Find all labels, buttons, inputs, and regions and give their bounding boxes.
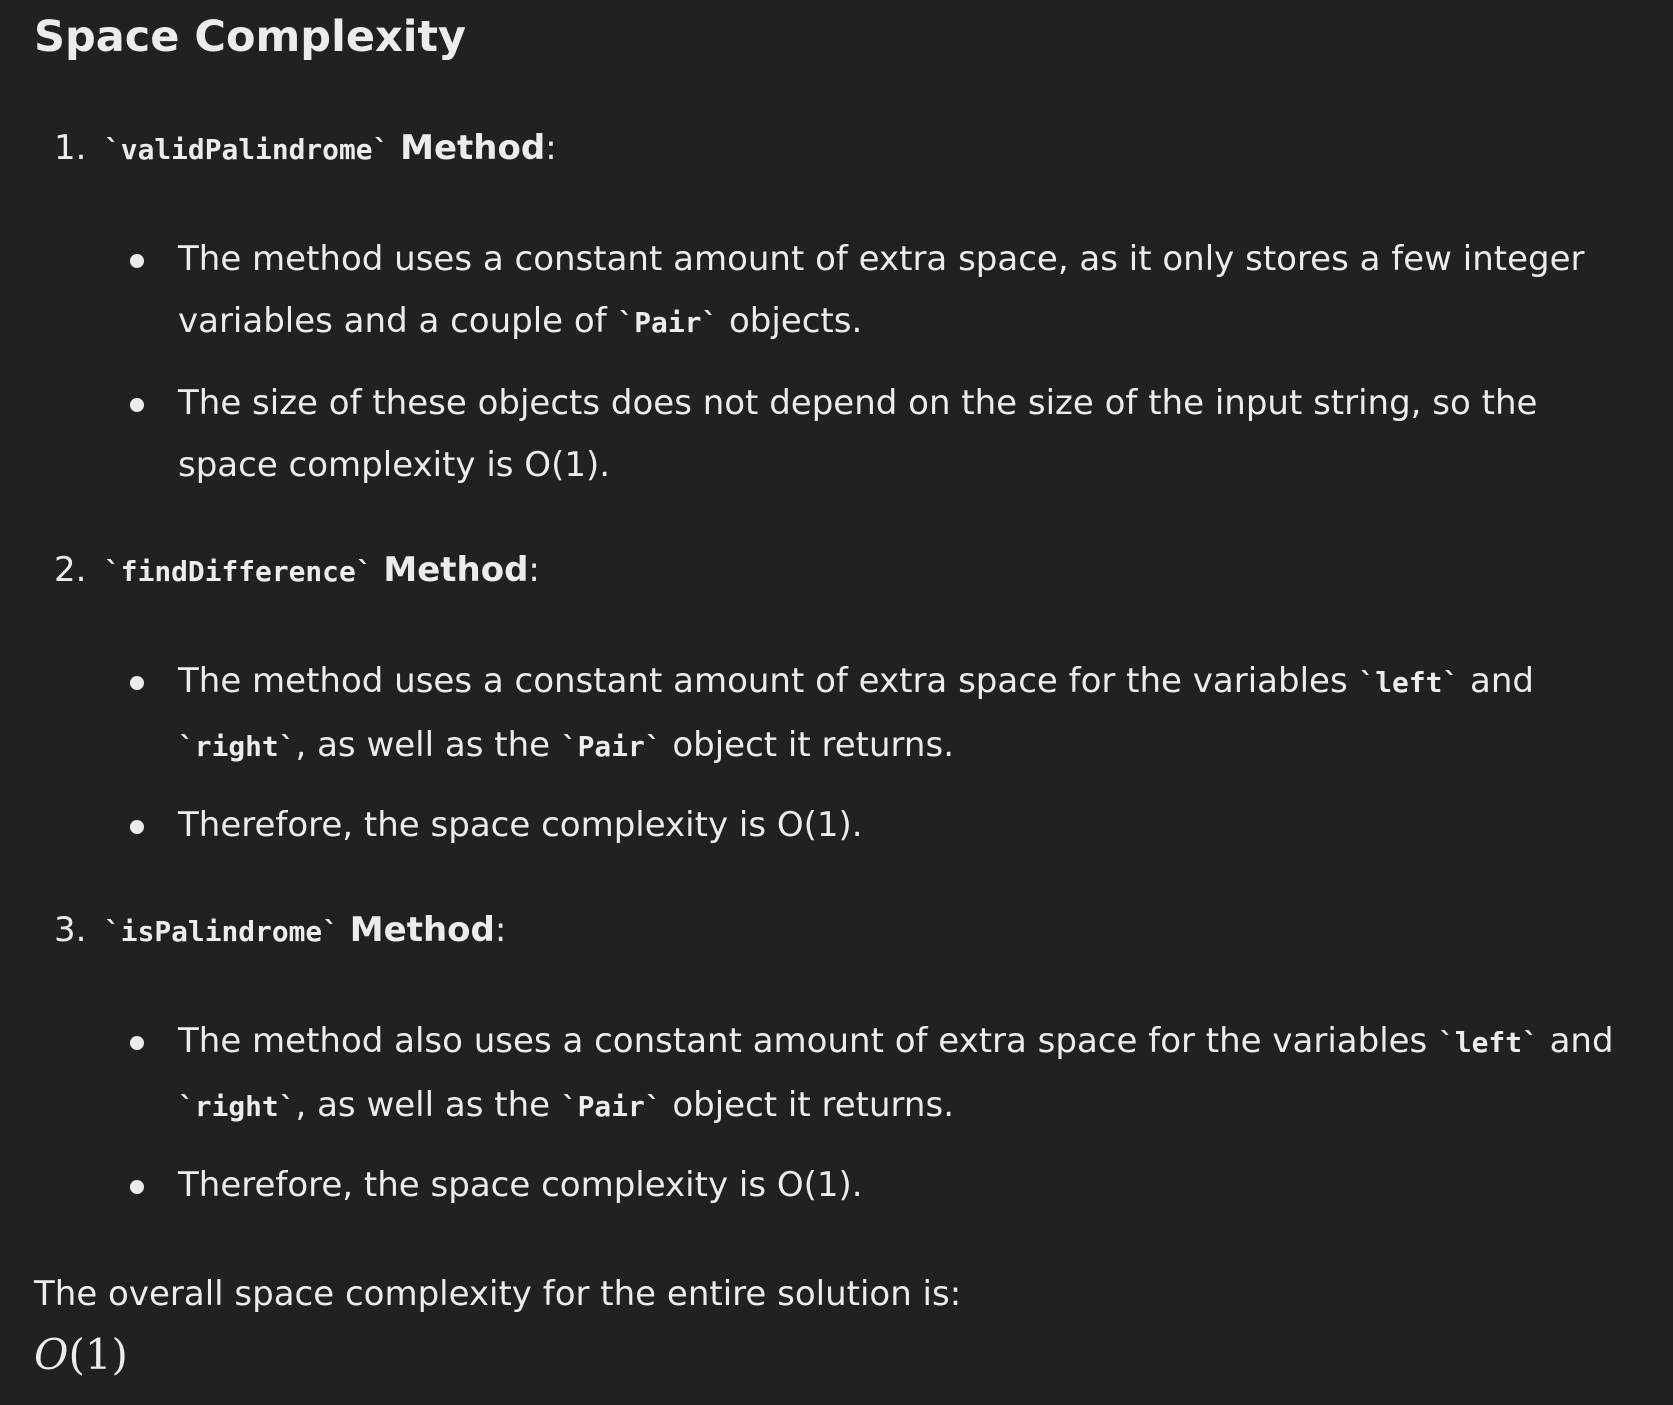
inline-code: `left` xyxy=(1358,666,1460,699)
method-name-code: `validPalindrome` xyxy=(104,133,390,166)
step-number: 2. xyxy=(54,550,87,590)
bullet-text: The method also uses a constant amount o… xyxy=(178,1021,1614,1125)
inline-code: `right` xyxy=(178,1090,296,1123)
bullet-dot xyxy=(130,1036,144,1050)
bullet-dot xyxy=(130,254,144,268)
step-number: 3. xyxy=(54,910,87,950)
math-argument: (1) xyxy=(68,1330,128,1379)
step-title: `isPalindrome` Method: xyxy=(104,910,507,950)
bullet-dot xyxy=(130,1180,144,1194)
inline-code: `left` xyxy=(1438,1026,1539,1059)
inline-code: `Pair` xyxy=(617,306,719,339)
document: Space Complexity 1. `validPalindrome` Me… xyxy=(0,0,1673,1405)
bullet-dot xyxy=(130,676,144,690)
bullet-text: The size of these objects does not depen… xyxy=(178,383,1538,485)
step-number: 1. xyxy=(54,128,87,168)
method-name-code: `isPalindrome` xyxy=(104,915,339,948)
step-title: `findDifference` Method: xyxy=(104,550,540,590)
math-variable: O xyxy=(34,1330,69,1379)
step-1: 1. `validPalindrome` Method: xyxy=(0,126,1673,176)
inline-code: `Pair` xyxy=(560,730,662,763)
bullet-dot xyxy=(130,820,144,834)
bullet-text: Therefore, the space complexity is O(1). xyxy=(178,805,863,845)
step-title: `validPalindrome` Method: xyxy=(104,128,557,168)
step-3: 3. `isPalindrome` Method: xyxy=(0,908,1673,958)
section-heading: Space Complexity xyxy=(34,12,467,62)
method-name-code: `findDifference` xyxy=(104,555,373,588)
bullet-dot xyxy=(130,398,144,412)
math-result: O(1) xyxy=(34,1328,128,1383)
bullet-text: The method uses a constant amount of ext… xyxy=(178,239,1585,341)
step-2: 2. `findDifference` Method: xyxy=(0,548,1673,598)
bullet-text: Therefore, the space complexity is O(1). xyxy=(178,1165,863,1205)
inline-code: `Pair` xyxy=(560,1090,662,1123)
summary-text: The overall space complexity for the ent… xyxy=(34,1274,962,1314)
inline-code: `right` xyxy=(178,730,296,763)
bullet-text: The method uses a constant amount of ext… xyxy=(178,661,1534,765)
